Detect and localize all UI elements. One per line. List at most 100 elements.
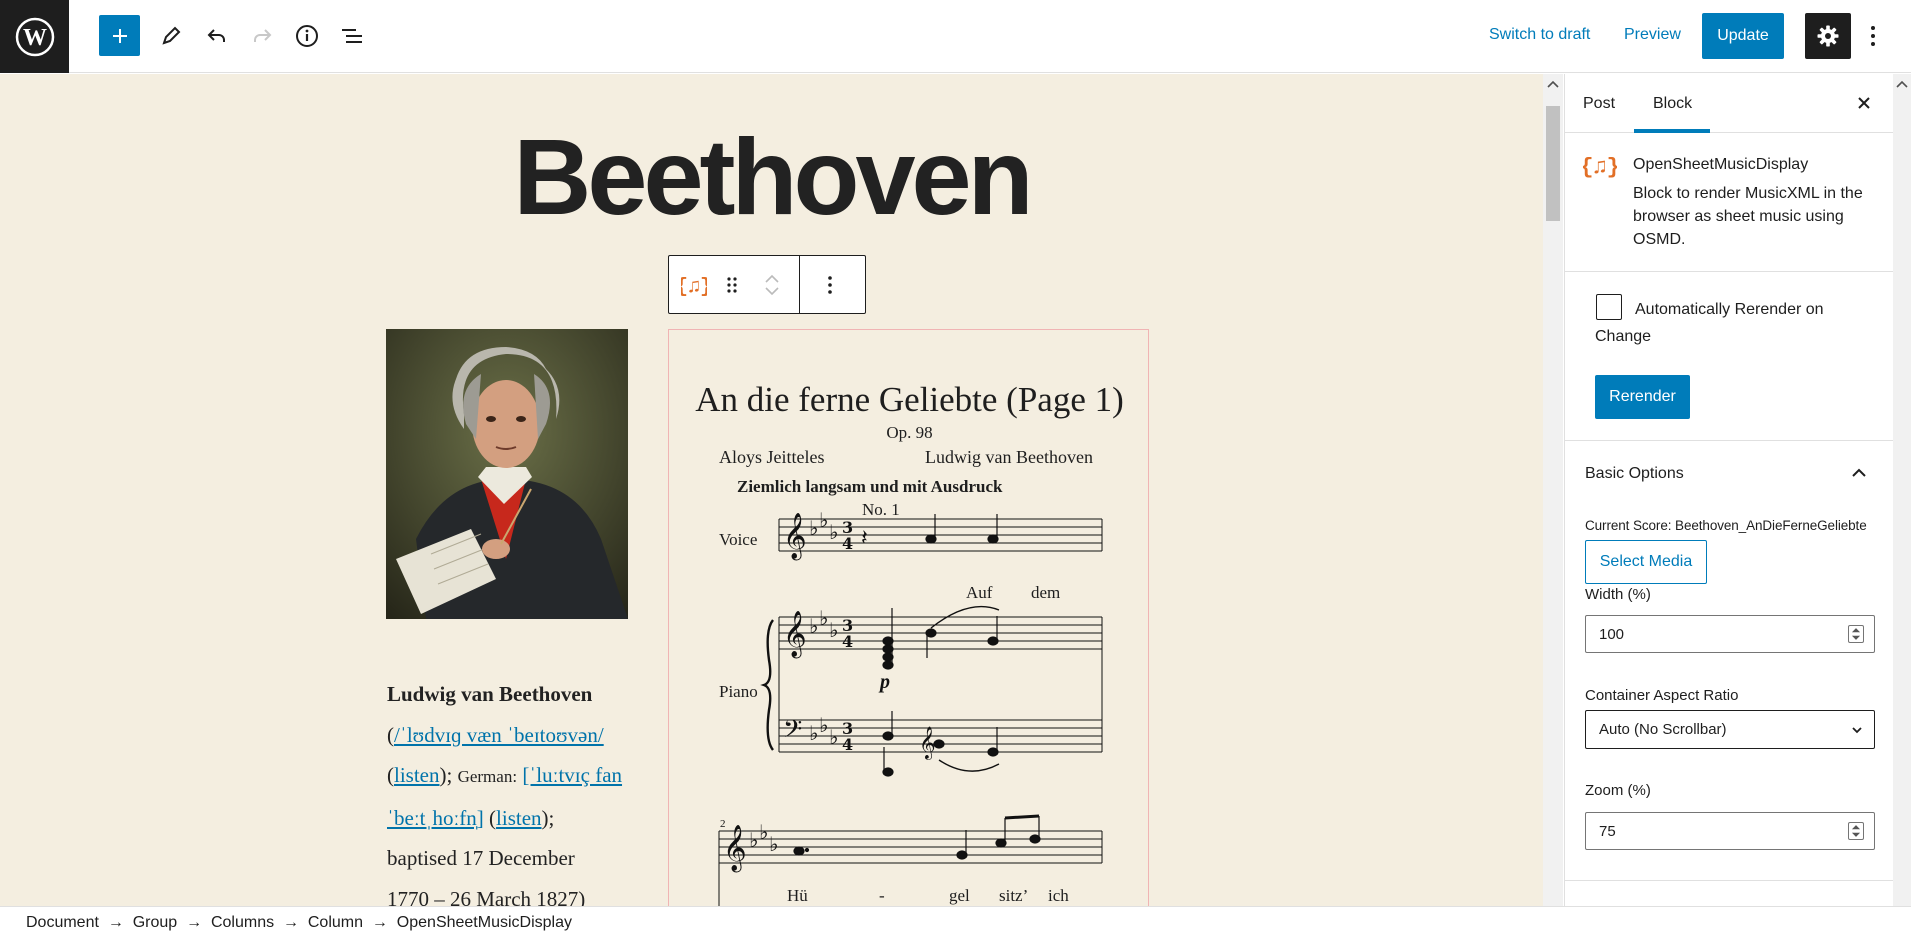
breadcrumb-item[interactable]: Column — [308, 914, 363, 932]
bio-name: Ludwig van Beethoven — [387, 682, 593, 706]
svg-text:{♫}: {♫} — [681, 276, 707, 297]
chevron-up-icon[interactable] — [764, 273, 780, 285]
svg-text:𝄞: 𝄞 — [919, 726, 936, 760]
preview-link[interactable]: Preview — [1624, 26, 1681, 44]
svg-text:♭: ♭ — [819, 713, 828, 737]
block-toolbar: {♫} — [668, 255, 866, 314]
lyric-syllable: dem — [1031, 583, 1061, 602]
breadcrumb: Document → Group → Columns → Column → Op… — [26, 914, 572, 932]
beethoven-portrait-image[interactable] — [386, 329, 628, 619]
svg-text:♭: ♭ — [809, 614, 818, 638]
wordpress-logo-button[interactable]: W — [0, 0, 69, 73]
svg-text:𝄞: 𝄞 — [783, 611, 807, 659]
aspect-ratio-select[interactable]: Auto (No Scrollbar) — [1585, 710, 1875, 749]
svg-text:W: W — [23, 25, 47, 51]
undo-button[interactable] — [196, 15, 238, 57]
breadcrumb-item: OpenSheetMusicDisplay — [396, 914, 572, 931]
gear-icon — [1817, 25, 1839, 47]
update-button[interactable]: Update — [1702, 13, 1784, 59]
rerender-button[interactable]: Rerender — [1595, 375, 1690, 419]
select-media-button[interactable]: Select Media — [1585, 540, 1707, 584]
svg-text:♭: ♭ — [749, 828, 758, 852]
block-options-button[interactable] — [800, 256, 860, 313]
more-vertical-icon — [1871, 26, 1875, 46]
options-button[interactable] — [1858, 15, 1888, 57]
lyric-syllable: gel — [949, 886, 970, 905]
scroll-up-arrow-icon[interactable] — [1893, 77, 1911, 91]
tab-block[interactable]: Block — [1653, 95, 1692, 113]
switch-to-draft-link[interactable]: Switch to draft — [1489, 26, 1590, 44]
lyric-syllable: sitz’ — [999, 886, 1029, 905]
close-sidebar-button[interactable] — [1851, 90, 1877, 116]
redo-button[interactable] — [241, 15, 283, 57]
editor-canvas[interactable]: Beethoven {♫} — [0, 74, 1543, 906]
lyric-syllable: - — [879, 886, 885, 905]
info-icon — [296, 25, 318, 47]
add-block-button[interactable] — [99, 15, 140, 56]
scroll-up-arrow-icon[interactable] — [1543, 77, 1563, 91]
tools-button[interactable] — [150, 15, 192, 57]
aspect-ratio-label: Container Aspect Ratio — [1585, 687, 1739, 704]
post-title[interactable]: Beethoven — [0, 114, 1543, 239]
basic-options-title[interactable]: Basic Options — [1585, 465, 1684, 483]
music-staves: 𝄞 𝄞 𝄢 𝄞 ♭ ♭ ♭ ♭ ♭ ♭ ♭ ♭ ♭ ♭ ♭ ♭ 34 34 34 𝄽 — [718, 508, 1103, 906]
pencil-icon — [162, 26, 181, 45]
spinner-arrows-icon[interactable] — [1848, 625, 1864, 643]
ipa-english-link[interactable]: /ˈlʊdvɪɡ væn ˈbeɪtoʊvən/ — [394, 723, 604, 747]
settings-sidebar: Post Block {♫} OpenSheetMusicDisplay Blo… — [1564, 74, 1894, 906]
scrollbar-thumb[interactable] — [1546, 106, 1560, 221]
aspect-ratio-value: Auto (No Scrollbar) — [1599, 721, 1727, 738]
details-button[interactable] — [286, 15, 328, 57]
sidebar-tabs: Post Block — [1565, 74, 1894, 133]
canvas-scrollbar[interactable] — [1543, 74, 1563, 906]
lyric-syllable: ich — [1048, 886, 1069, 905]
plus-icon — [112, 28, 127, 43]
svg-text:𝄽: 𝄽 — [861, 526, 868, 551]
svg-text:♭: ♭ — [809, 721, 818, 745]
wordpress-icon: W — [15, 17, 54, 56]
dynamic-marking: p — [878, 671, 890, 693]
drag-handle[interactable] — [719, 256, 745, 313]
width-label: Width (%) — [1585, 586, 1651, 603]
list-view-button[interactable] — [331, 15, 373, 57]
svg-text:{♫}: {♫} — [1583, 155, 1617, 180]
svg-text:♭: ♭ — [769, 832, 778, 856]
listen-link[interactable]: listen — [394, 763, 440, 787]
auto-rerender-label: Automatically Rerender on Change — [1595, 301, 1824, 345]
svg-text:𝄞: 𝄞 — [723, 825, 747, 873]
svg-text:♭: ♭ — [829, 725, 838, 749]
block-type-button[interactable]: {♫} — [669, 256, 719, 313]
width-input[interactable]: 100 — [1585, 615, 1875, 653]
tab-post[interactable]: Post — [1583, 95, 1615, 113]
svg-text:4: 4 — [842, 534, 853, 553]
portrait-illustration — [386, 329, 628, 619]
bio-dates: baptised 17 December — [387, 846, 575, 870]
breadcrumb-item[interactable]: Group — [133, 914, 177, 932]
breadcrumb-item[interactable]: Document — [26, 914, 99, 932]
current-score-text: Current Score: Beethoven_AnDieFerneGelie… — [1585, 518, 1867, 533]
section-divider — [1565, 880, 1894, 881]
block-description: Block to render MusicXML in the browser … — [1633, 185, 1863, 248]
settings-button[interactable] — [1805, 13, 1851, 59]
rerender-section: Automatically Rerender on Change Rerende… — [1565, 272, 1894, 441]
svg-text:♭: ♭ — [819, 606, 828, 630]
spinner-arrows-icon[interactable] — [1848, 822, 1864, 840]
svg-text:𝄢: 𝄢 — [783, 715, 802, 750]
breadcrumb-item[interactable]: Columns — [211, 914, 274, 932]
lyric-syllable: Auf — [966, 583, 993, 602]
undo-icon — [207, 29, 225, 42]
chevron-up-icon[interactable] — [1847, 461, 1871, 485]
svg-text:♭: ♭ — [829, 520, 838, 544]
zoom-input[interactable]: 75 — [1585, 812, 1875, 850]
bio-dates: 1770 – 26 March 1827) — [387, 886, 586, 907]
editor-header: W Switch to draft Preview Update — [0, 0, 1911, 73]
osmd-block-icon: {♫} — [1583, 155, 1617, 180]
svg-text:4: 4 — [842, 735, 853, 754]
sidebar-scrollbar[interactable] — [1893, 74, 1911, 906]
german-label: German: — [457, 767, 518, 786]
zoom-value: 75 — [1599, 822, 1616, 840]
bio-paragraph[interactable]: Ludwig van Beethoven (/ˈlʊdvɪɡ væn ˈbeɪt… — [387, 674, 632, 906]
chevron-down-icon[interactable] — [764, 285, 780, 297]
listen-link[interactable]: listen — [496, 806, 542, 830]
osmd-sheet-music-block[interactable]: An die ferne Geliebte (Page 1) Op. 98 Al… — [668, 329, 1149, 906]
